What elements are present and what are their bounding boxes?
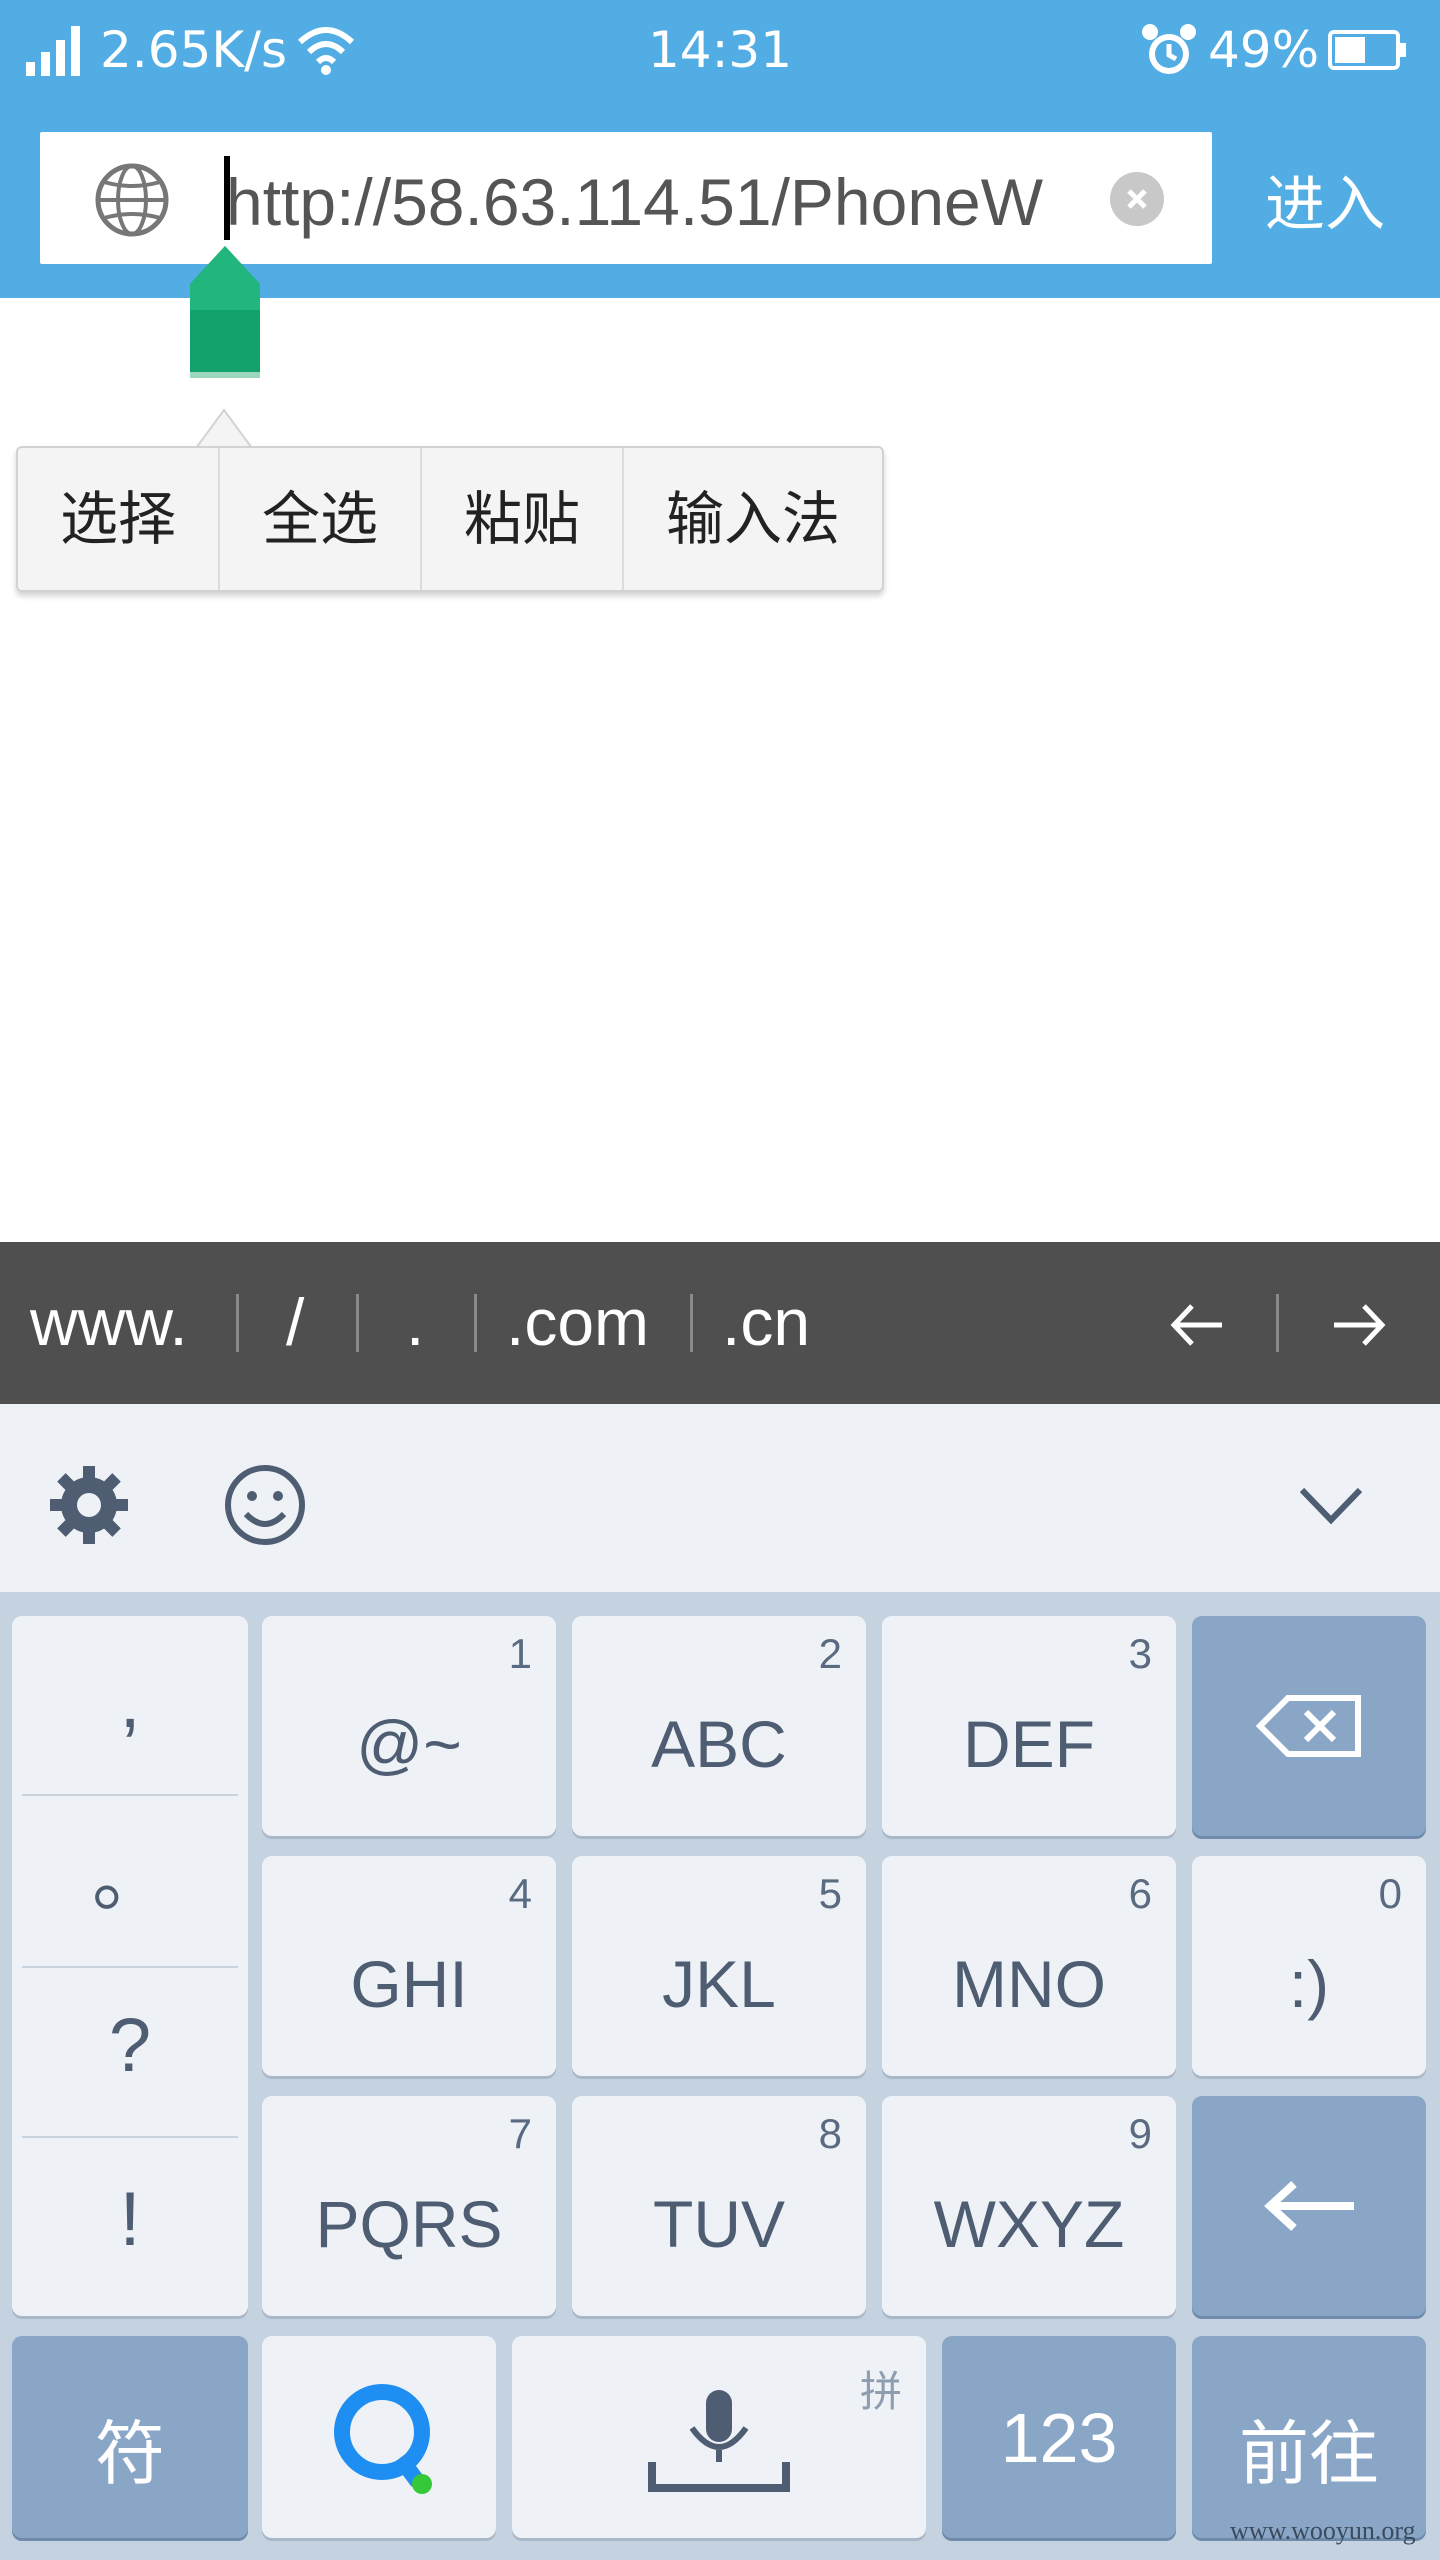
enter-button[interactable]: 进入 <box>1240 160 1410 250</box>
key-9[interactable]: 9 WXYZ <box>882 2096 1176 2316</box>
divider <box>356 1294 359 1352</box>
key-4[interactable]: 4 GHI <box>262 1856 556 2076</box>
punctuation-column[interactable]: , 。 ? ! <box>12 1616 248 2316</box>
symbols-key[interactable]: 符 <box>12 2336 248 2538</box>
watermark: www.wooyun.org <box>1230 2516 1416 2545</box>
key-8[interactable]: 8 TUV <box>572 2096 866 2316</box>
key-1[interactable]: 1 @~ <box>262 1616 556 1836</box>
space-voice-key[interactable]: 拼 <box>512 2336 926 2538</box>
pinyin-label: 拼 <box>859 2368 902 2415</box>
microphone-icon <box>648 2390 790 2492</box>
text-cursor <box>224 156 230 240</box>
menu-select[interactable]: 选择 <box>18 448 218 590</box>
shortcut-slash[interactable]: / <box>286 1282 304 1362</box>
divider <box>22 1794 238 1796</box>
gear-icon[interactable] <box>44 1460 134 1550</box>
shortcut-com[interactable]: .com <box>506 1282 649 1362</box>
key-3[interactable]: 3 DEF <box>882 1616 1176 1836</box>
menu-pointer <box>196 408 252 448</box>
keyboard-toolbar <box>0 1404 1440 1592</box>
cursor-handle[interactable] <box>188 240 262 380</box>
clear-icon[interactable] <box>1110 172 1164 226</box>
shortcut-cn[interactable]: .cn <box>722 1282 810 1362</box>
enter-arrow-icon <box>1264 2181 1354 2231</box>
shortcut-www[interactable]: www. <box>30 1282 188 1362</box>
go-key[interactable]: 前往 <box>1192 2336 1426 2538</box>
menu-select-all[interactable]: 全选 <box>218 448 420 590</box>
qq-logo-key[interactable] <box>262 2336 496 2538</box>
menu-paste[interactable]: 粘贴 <box>420 448 622 590</box>
shortcut-dot[interactable]: . <box>406 1282 424 1362</box>
url-text: http://58.63.114.51/PhoneW <box>226 165 1044 239</box>
punct-period[interactable]: 。 <box>12 1816 248 1926</box>
punct-comma[interactable]: , <box>12 1658 248 1745</box>
url-shortcut-bar: www. / . .com .cn <box>0 1242 1440 1404</box>
divider <box>474 1294 477 1352</box>
menu-input-method[interactable]: 输入法 <box>622 448 882 590</box>
battery-percent: 49% <box>1208 21 1320 79</box>
enter-key[interactable] <box>1192 2096 1426 2316</box>
arrow-right-icon[interactable] <box>1324 1290 1394 1360</box>
battery-icon <box>1328 30 1406 70</box>
status-bar: 2.65K/s 14:31 49% <box>0 0 1440 100</box>
arrow-left-icon[interactable] <box>1162 1290 1232 1360</box>
globe-icon <box>95 163 169 237</box>
key-0[interactable]: 0 :) <box>1192 1856 1426 2076</box>
backspace-icon <box>1255 1695 1361 1757</box>
emoji-icon[interactable] <box>222 1462 308 1548</box>
punct-exclaim[interactable]: ! <box>12 2176 248 2263</box>
context-menu: 选择 全选 粘贴 输入法 <box>16 446 884 592</box>
divider <box>690 1294 693 1352</box>
divider <box>236 1294 239 1352</box>
divider <box>22 2136 238 2138</box>
numbers-key[interactable]: 123 <box>942 2336 1176 2538</box>
key-2[interactable]: 2 ABC <box>572 1616 866 1836</box>
divider <box>1276 1294 1279 1352</box>
key-7[interactable]: 7 PQRS <box>262 2096 556 2316</box>
key-5[interactable]: 5 JKL <box>572 1856 866 2076</box>
key-6[interactable]: 6 MNO <box>882 1856 1176 2076</box>
divider <box>22 1966 238 1968</box>
qq-logo-icon <box>334 2384 432 2494</box>
backspace-key[interactable] <box>1192 1616 1426 1836</box>
alarm-icon <box>1142 24 1196 74</box>
chevron-down-icon[interactable] <box>1296 1480 1366 1530</box>
punct-question[interactable]: ? <box>12 2002 248 2089</box>
